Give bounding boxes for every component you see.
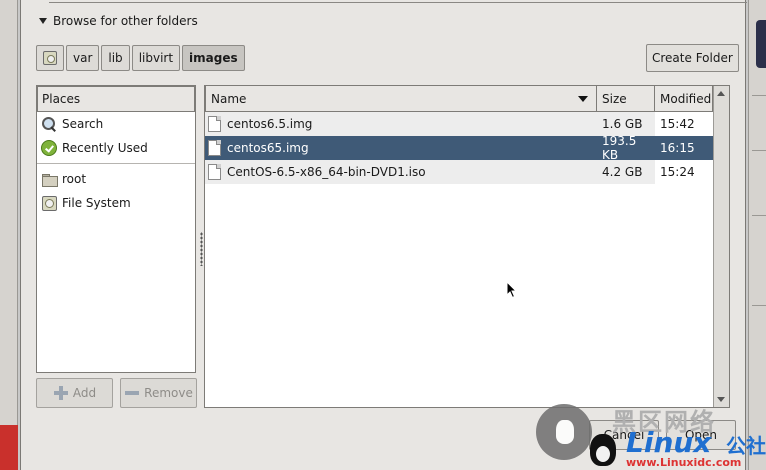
path-segment-var[interactable]: var [66,45,100,71]
mouse-pointer-icon [506,281,518,299]
filesystem-icon [43,51,57,65]
file-modified: 16:15 [660,141,695,155]
plus-icon [53,385,69,401]
background-taskbar-item [0,425,18,470]
file-name: centos65.img [227,141,309,155]
watermark-url: www.Linuxidc.com [626,456,742,469]
places-item-file-system[interactable]: File System [37,191,195,215]
column-header-size[interactable]: Size [597,86,655,112]
file-modified: 15:42 [660,117,695,131]
places-item-label: Search [62,117,104,131]
scroll-up-arrow-icon[interactable] [717,91,725,96]
add-bookmark-button[interactable]: Add [36,378,113,408]
watermark-brand: Linux [626,426,712,459]
file-row[interactable]: CentOS-6.5-x86_64-bin-DVD1.iso 4.2 GB 15… [205,160,729,184]
remove-label: Remove [144,386,193,400]
file-size: 193.5 KB [602,134,637,162]
places-item-root[interactable]: root [37,167,195,191]
remove-bookmark-button[interactable]: Remove [120,378,197,408]
places-item-label: root [62,172,87,186]
add-label: Add [72,386,97,400]
background-divider [752,95,766,96]
background-panel-element [756,20,766,68]
file-icon [208,116,221,132]
file-list-scrollbar[interactable] [713,86,729,407]
minus-icon [124,385,140,401]
file-list-pane: Name Size Modified centos6.5.img 1.6 GB … [204,85,730,408]
path-root-button[interactable] [36,45,64,71]
expander-arrow-icon [39,18,47,24]
path-bar: var lib libvirt images [36,45,245,71]
dialog-top-divider [49,2,747,3]
folder-icon [41,171,58,187]
places-separator [37,163,195,164]
column-header-name[interactable]: Name [205,86,597,112]
file-row[interactable]: centos6.5.img 1.6 GB 15:42 [205,112,729,136]
file-icon [208,140,221,156]
search-icon [41,116,57,132]
places-item-label: File System [62,196,131,210]
tux-penguin-icon [590,434,616,466]
background-divider [752,215,766,216]
file-row-selected[interactable]: centos65.img 193.5 KB 16:15 [205,134,713,162]
path-segment-images[interactable]: images [182,45,245,71]
recently-used-icon [41,140,57,156]
background-window-edge-left [0,0,18,470]
file-list-header: Name Size Modified [205,86,729,112]
expander-label: Browse for other folders [53,14,198,28]
path-segment-lib[interactable]: lib [101,45,130,71]
watermark-logo-icon [536,404,592,460]
path-segment-libvirt[interactable]: libvirt [131,45,181,71]
column-header-modified[interactable]: Modified [655,86,713,112]
file-size: 4.2 GB [597,160,655,184]
places-item-recently-used[interactable]: Recently Used [37,136,195,160]
column-name-label: Name [211,91,247,106]
create-folder-button[interactable]: Create Folder [646,44,739,72]
file-size: 1.6 GB [597,112,655,136]
watermark-brand-suffix: 公社 [726,434,766,458]
site-watermark: 黑区网络 Linux 公社 www.Linuxidc.com [530,400,766,470]
places-pane: Places Search Recently Used root File Sy… [36,85,196,373]
browse-folders-expander[interactable]: Browse for other folders [39,14,198,28]
background-divider [752,305,766,306]
places-item-label: Recently Used [62,141,148,155]
places-column-header[interactable]: Places [37,86,195,112]
places-item-search[interactable]: Search [37,112,195,136]
sort-descending-icon [578,95,588,102]
file-icon [208,164,221,180]
background-divider [752,150,766,151]
pane-resize-handle[interactable] [200,232,203,266]
file-name: CentOS-6.5-x86_64-bin-DVD1.iso [227,165,426,179]
file-name: centos6.5.img [227,117,313,131]
file-modified: 15:24 [660,165,695,179]
filesystem-icon [41,195,57,211]
